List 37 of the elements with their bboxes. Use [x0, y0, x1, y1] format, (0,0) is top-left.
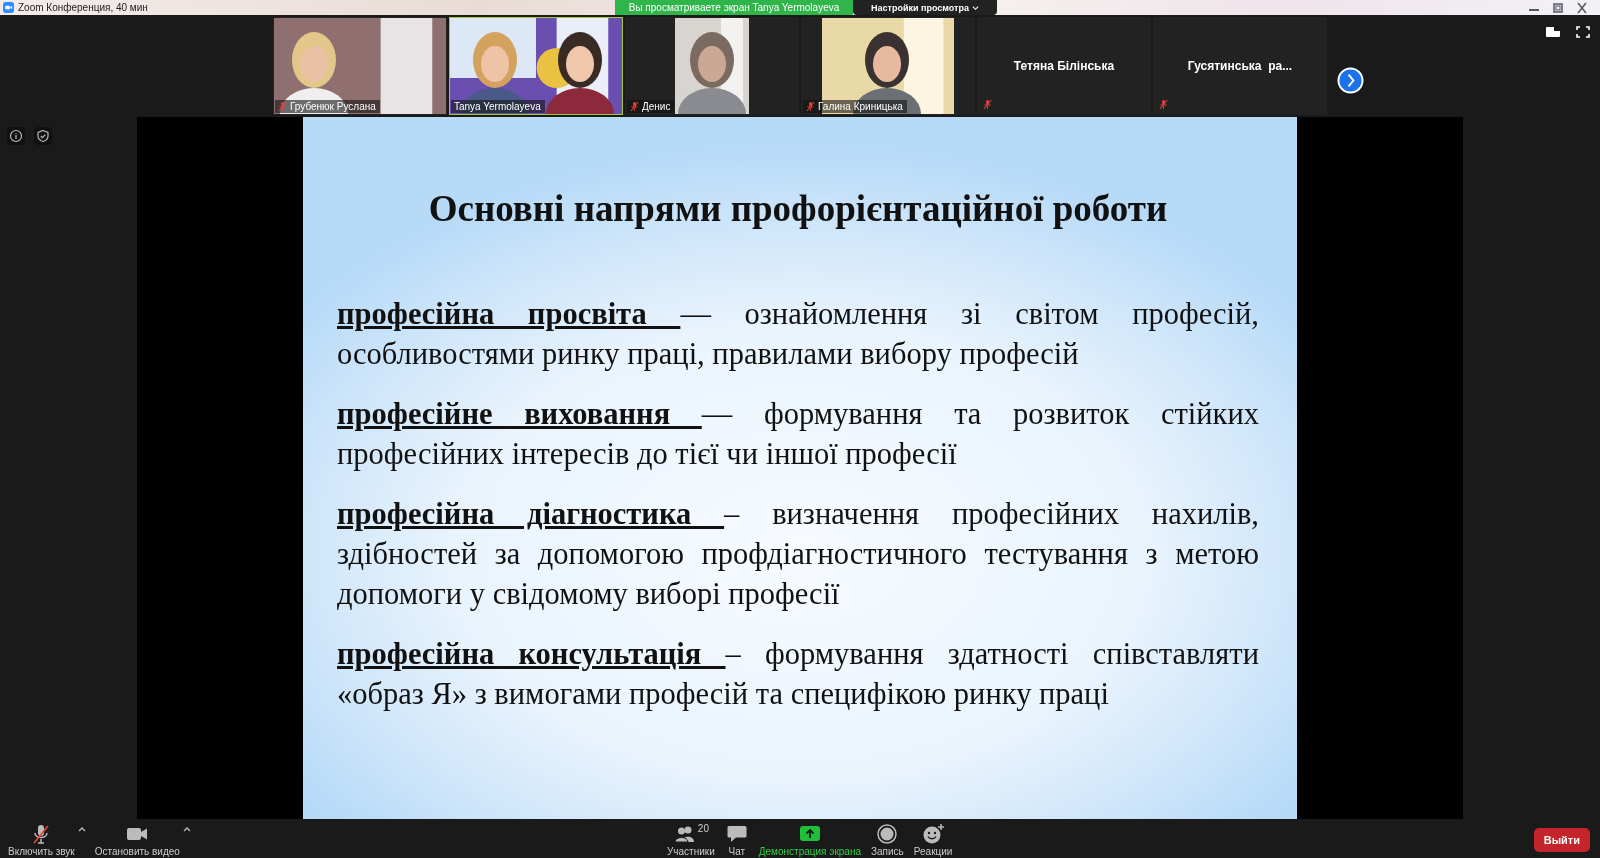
participant-name: Гусятинська ра...: [1187, 59, 1293, 73]
participant-name: Грубенюк Руслана: [290, 101, 376, 112]
toolbar-button[interactable]: Включить звук: [6, 823, 77, 858]
slide-paragraph: професійна консультація – формування здатності співставляти «образ Я» з вимогами професій та специфікою ринку праці: [337, 636, 1259, 713]
smiley-icon: [921, 823, 946, 845]
view-options-button[interactable]: Настройки просмотра: [853, 0, 997, 15]
caret-icon: [972, 4, 979, 11]
toolbar-button[interactable]: Остановить видео: [92, 823, 182, 858]
caret-icon[interactable]: [76, 825, 87, 833]
next-page-button[interactable]: [1337, 67, 1364, 94]
toolbar-button[interactable]: Запись: [868, 823, 906, 858]
share-banner: Вы просматриваете экран Tanya Yermolayeva: [615, 0, 853, 15]
close-icon[interactable]: [1574, 1, 1590, 14]
chat-bubble-icon: [724, 823, 749, 845]
toolbar-button[interactable]: Реакции: [911, 823, 955, 858]
app-icon: [3, 2, 14, 13]
window-title: Zoom Конференция, 40 мин: [18, 2, 148, 13]
participant-name: Tanya Yermolayeva: [454, 101, 541, 112]
info-icon[interactable]: [7, 127, 25, 145]
layout-icon[interactable]: [1545, 25, 1561, 39]
slide-paragraph: професійна просвіта — ознайомлення зі світом професій, особливостями ринку праці, правилами вибору професій: [337, 296, 1259, 373]
participant-name: Тетяна Білінська: [1013, 59, 1115, 73]
restore-icon[interactable]: [1550, 1, 1566, 14]
leave-button[interactable]: Выйти: [1533, 828, 1590, 852]
slide-paragraph: професійне виховання — формування та розвиток стійких професійних інтересів до тієї чи іншої професії: [337, 396, 1259, 473]
fullscreen-icon[interactable]: [1575, 25, 1591, 39]
participant-count: 20: [697, 823, 709, 834]
slide-title: Основні напрями профорієнтаційної роботи: [427, 187, 1169, 230]
toolbar-button[interactable]: Демонстрация экрана: [756, 823, 863, 858]
slide-paragraph: професійна діагностика – визначення професійних нахилів, здібностей за допомогою профдіагностичного тестування з метою допомоги у свідомому виборі професії: [337, 496, 1259, 613]
participant-name: Галина Криницька: [818, 101, 903, 112]
toolbar-button[interactable]: Чат: [722, 823, 751, 858]
caret-icon[interactable]: [181, 825, 192, 833]
toolbar-button[interactable]: 20 Участники: [665, 823, 717, 858]
record-icon: [875, 823, 900, 845]
participant-name: Денис: [642, 101, 671, 112]
shield-icon[interactable]: [34, 127, 52, 145]
